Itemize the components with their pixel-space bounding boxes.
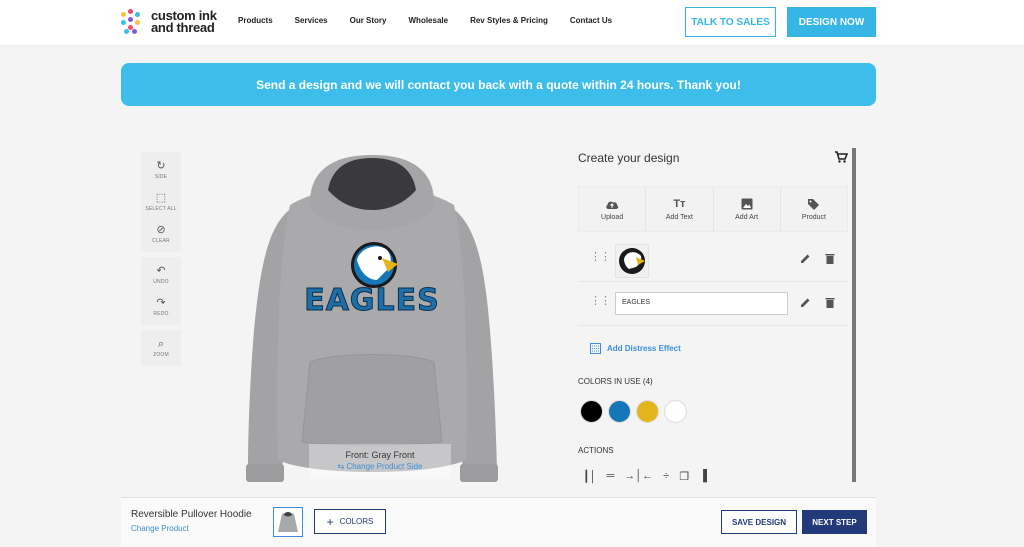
distress-icon — [590, 343, 601, 354]
layer-row-logo[interactable]: ⋮⋮ — [578, 238, 848, 282]
product-side-label: Front: Gray Front ⇆ Change Product Side — [309, 444, 451, 479]
next-step-button[interactable]: NEXT STEP — [802, 510, 867, 534]
nav-contact-us[interactable]: Contact Us — [570, 16, 612, 25]
banner-text: Send a design and we will contact you ba… — [256, 77, 741, 92]
logo[interactable]: custom ink and thread — [121, 8, 221, 38]
select-all-tool-button[interactable]: ⬚ SELECT ALL — [141, 186, 181, 218]
align-vertical-center-icon[interactable]: ═ — [607, 470, 615, 483]
design-panel: Create your design Upload Tт Add Text Ad… — [578, 148, 856, 488]
nav-rev-styles-pricing[interactable]: Rev Styles & Pricing — [470, 16, 548, 25]
tool-group-zoom: ⌕ ZOOM — [141, 330, 181, 366]
color-swatch-blue[interactable] — [608, 400, 631, 423]
delete-icon[interactable] — [825, 297, 835, 308]
cart-icon[interactable] — [834, 150, 848, 164]
tab-add-art[interactable]: Add Art — [714, 187, 781, 231]
product-name: Reversible Pullover Hoodie — [131, 509, 252, 520]
side-tool-button[interactable]: ↻ SIDE — [141, 154, 181, 186]
tab-product[interactable]: Product — [781, 187, 847, 231]
logo-dots-icon — [121, 9, 147, 35]
redo-icon: ↷ — [156, 297, 166, 309]
copy-layer-icon[interactable]: ❐ — [679, 470, 689, 483]
design-tabs: Upload Tт Add Text Add Art Product — [578, 186, 848, 232]
nav-wholesale[interactable]: Wholesale — [409, 16, 449, 25]
actions-title: ACTIONS — [578, 446, 614, 455]
site-header: custom ink and thread Products Services … — [0, 0, 1024, 46]
tab-upload[interactable]: Upload — [579, 187, 647, 231]
paint-format-icon[interactable]: ▐ — [699, 470, 707, 483]
colors-in-use-title: COLORS IN USE (4) — [578, 377, 653, 386]
zoom-icon: ⌕ — [157, 338, 165, 350]
text-layer-input[interactable]: EAGLES — [615, 292, 788, 315]
action-buttons: ┃│ ═ →│← ÷ ❐ ▐ — [583, 470, 707, 483]
select-all-icon: ⬚ — [155, 192, 167, 204]
drag-handle-icon[interactable]: ⋮⋮ — [590, 296, 611, 307]
undo-tool-button[interactable]: ↶ UNDO — [141, 259, 181, 291]
save-design-button[interactable]: SAVE DESIGN — [721, 510, 797, 534]
add-distress-effect-button[interactable]: Add Distress Effect — [590, 343, 681, 354]
panel-title: Create your design — [578, 151, 680, 165]
clear-tool-button[interactable]: ⊘ CLEAR — [141, 218, 181, 250]
color-swatch-black[interactable] — [580, 400, 603, 423]
layer-row-text[interactable]: ⋮⋮ EAGLES — [578, 282, 848, 326]
panel-scrollbar[interactable] — [852, 148, 856, 482]
cloud-upload-icon — [605, 197, 619, 211]
logo-text: custom ink and thread — [151, 8, 217, 35]
design-canvas[interactable]: EAGLES — [182, 130, 562, 495]
logo-layer-thumbnail — [615, 244, 649, 278]
tool-group-selection: ↻ SIDE ⬚ SELECT ALL ⊘ CLEAR — [141, 152, 181, 252]
design-text-eagles[interactable]: EAGLES — [182, 283, 562, 319]
main-nav: Products Services Our Story Wholesale Re… — [238, 16, 634, 25]
align-horizontal-center-icon[interactable]: ┃│ — [583, 470, 597, 483]
rotate-icon: ↻ — [156, 160, 166, 172]
edit-icon[interactable] — [800, 253, 811, 264]
tag-icon — [807, 197, 820, 211]
distribute-horizontal-icon[interactable]: →│← — [624, 470, 653, 483]
product-thumbnail[interactable] — [273, 507, 303, 537]
nav-our-story[interactable]: Our Story — [350, 16, 387, 25]
image-icon — [741, 197, 753, 211]
nav-products[interactable]: Products — [238, 16, 273, 25]
color-swatches — [580, 400, 687, 423]
change-product-side-link[interactable]: ⇆ Change Product Side — [309, 462, 451, 471]
clear-icon: ⊘ — [156, 224, 166, 236]
undo-icon: ↶ — [156, 265, 166, 277]
colors-button[interactable]: + COLORS — [314, 509, 386, 534]
drag-handle-icon[interactable]: ⋮⋮ — [590, 252, 611, 263]
zoom-tool-button[interactable]: ⌕ ZOOM — [141, 332, 181, 364]
redo-tool-button[interactable]: ↷ REDO — [141, 291, 181, 323]
color-swatch-gold[interactable] — [636, 400, 659, 423]
tool-group-history: ↶ UNDO ↷ REDO — [141, 257, 181, 325]
nav-services[interactable]: Services — [295, 16, 328, 25]
delete-icon[interactable] — [825, 253, 835, 264]
design-now-button[interactable]: DESIGN NOW — [787, 7, 876, 37]
side-title: Front: Gray Front — [345, 450, 415, 460]
tool-rail: ↻ SIDE ⬚ SELECT ALL ⊘ CLEAR ↶ UNDO ↷ RED… — [141, 152, 181, 371]
change-product-link[interactable]: Change Product — [131, 524, 189, 533]
text-icon: Tт — [673, 198, 686, 210]
color-swatch-white[interactable] — [664, 400, 687, 423]
product-footer: Reversible Pullover Hoodie Change Produc… — [121, 497, 876, 547]
plus-icon: + — [326, 514, 334, 529]
quote-banner: Send a design and we will contact you ba… — [121, 63, 876, 106]
edit-icon[interactable] — [800, 297, 811, 308]
talk-to-sales-button[interactable]: TALK TO SALES — [685, 7, 776, 37]
distribute-vertical-icon[interactable]: ÷ — [663, 470, 669, 483]
tab-add-text[interactable]: Tт Add Text — [646, 187, 714, 231]
